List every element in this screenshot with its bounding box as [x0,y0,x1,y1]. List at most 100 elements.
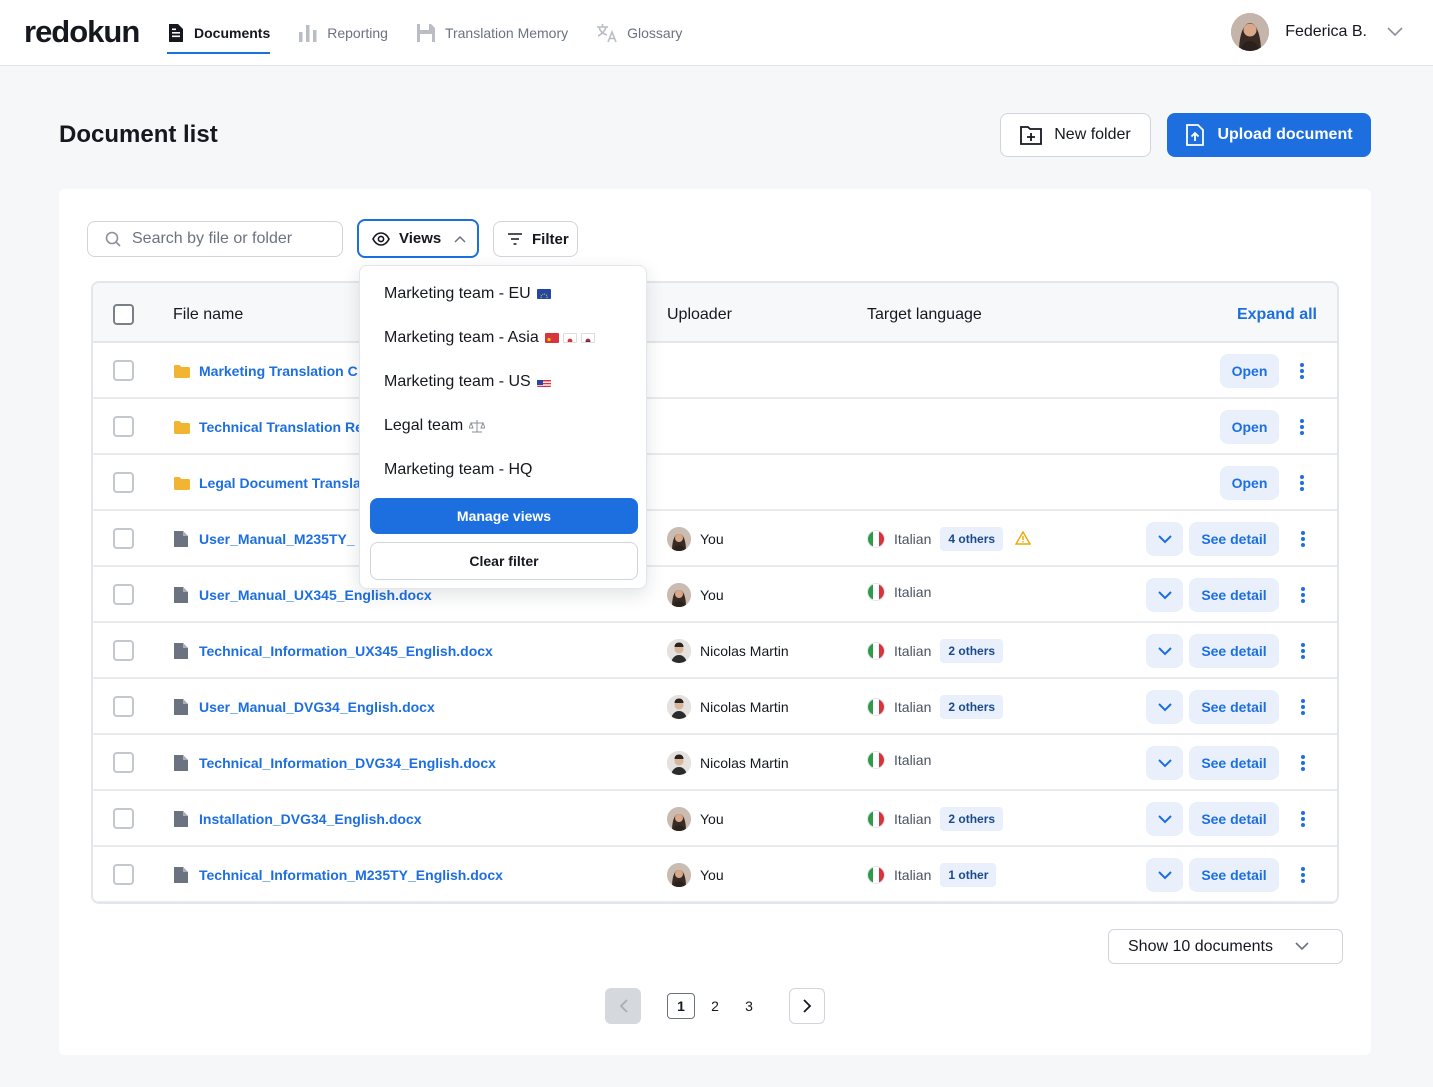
view-option[interactable]: Marketing team - HQ [384,461,532,479]
uploader-cell: You [667,583,724,607]
page-size-select[interactable]: Show 10 documents [1108,929,1343,964]
expand-all-link[interactable]: Expand all [1237,306,1317,324]
avatar [667,639,691,663]
see-detail-button[interactable]: See detail [1189,802,1279,836]
open-button[interactable]: Open [1220,354,1279,388]
row-checkbox[interactable] [113,584,134,605]
other-languages-badge[interactable]: 4 others [940,527,1004,551]
more-options-icon[interactable] [1292,473,1312,493]
views-button[interactable]: Views [357,219,479,258]
row-checkbox[interactable] [113,640,134,661]
other-languages-badge[interactable]: 2 others [940,807,1004,831]
see-detail-button[interactable]: See detail [1189,746,1279,780]
manage-views-button[interactable]: Manage views [370,498,638,534]
more-options-icon[interactable] [1293,697,1313,717]
more-options-icon[interactable] [1293,585,1313,605]
uploader-cell: You [667,527,724,551]
select-all-checkbox[interactable] [113,304,134,325]
open-button[interactable]: Open [1220,410,1279,444]
italy-flag-icon [867,642,885,660]
column-uploader[interactable]: Uploader [667,306,732,324]
user-menu[interactable]: Federica B. [1231,13,1403,51]
file-name-link[interactable]: User_Manual_DVG34_English.docx [199,699,435,715]
expand-row-button[interactable] [1146,858,1183,892]
other-languages-badge[interactable]: 1 other [940,863,997,887]
more-options-icon[interactable] [1293,641,1313,661]
more-options-icon[interactable] [1292,361,1312,381]
row-checkbox[interactable] [113,696,134,717]
avatar [667,863,691,887]
more-options-icon[interactable] [1293,529,1313,549]
view-option[interactable]: Marketing team - US [384,373,551,391]
more-options-icon[interactable] [1292,417,1312,437]
next-page-button[interactable] [789,988,825,1024]
other-languages-badge[interactable]: 2 others [940,695,1004,719]
see-detail-button[interactable]: See detail [1189,634,1279,668]
expand-row-button[interactable] [1146,746,1183,780]
open-button[interactable]: Open [1220,466,1279,500]
column-target-language[interactable]: Target language [867,306,982,324]
file-name-link[interactable]: Technical Translation Re [199,419,363,435]
see-detail-button[interactable]: See detail [1189,858,1279,892]
page-number-button[interactable]: 2 [701,993,729,1019]
target-language-cell: Italian 2 others [867,807,1004,831]
row-checkbox[interactable] [113,416,134,437]
row-checkbox[interactable] [113,864,134,885]
see-detail-button[interactable]: See detail [1189,522,1279,556]
file-icon [174,643,188,664]
file-name-link[interactable]: Technical_Information_M235TY_English.doc… [199,867,503,883]
chevron-down-icon[interactable] [1387,27,1403,37]
see-detail-button[interactable]: See detail [1189,578,1279,612]
expand-row-button[interactable] [1146,578,1183,612]
row-checkbox[interactable] [113,752,134,773]
nav-label: Glossary [627,25,683,41]
view-option[interactable]: Marketing team - Asia [384,329,595,347]
more-options-icon[interactable] [1293,753,1313,773]
file-upload-icon [1186,124,1205,146]
kr-flag-icon [580,333,595,343]
row-checkbox[interactable] [113,472,134,493]
expand-row-button[interactable] [1146,690,1183,724]
italy-flag-icon [867,810,885,828]
nav-documents[interactable]: Documents [167,0,271,66]
new-folder-button[interactable]: New folder [1000,113,1151,157]
table-row: Technical_Information_DVG34_English.docx… [93,735,1337,791]
nav-reporting[interactable]: Reporting [298,0,388,66]
language-name: Italian [894,531,932,547]
expand-row-button[interactable] [1146,802,1183,836]
file-name-link[interactable]: Legal Document Transla [199,475,361,491]
column-file-name[interactable]: File name [173,306,243,324]
search-input[interactable] [132,230,322,248]
view-option[interactable]: Legal team [384,417,486,435]
upload-document-button[interactable]: Upload document [1167,113,1371,157]
file-icon [174,587,188,608]
view-option[interactable]: Marketing team - EU [384,285,551,303]
expand-row-button[interactable] [1146,522,1183,556]
file-name-link[interactable]: User_Manual_UX345_English.docx [199,587,432,603]
nav-translation-memory[interactable]: Translation Memory [416,0,568,66]
logo[interactable]: redokun [24,14,140,50]
file-name-link[interactable]: Marketing Translation C [199,363,358,379]
page-number-button[interactable]: 1 [667,993,695,1019]
file-name-link[interactable]: Installation_DVG34_English.docx [199,811,422,827]
other-languages-badge[interactable]: 2 others [940,639,1004,663]
clear-filter-button[interactable]: Clear filter [370,542,638,580]
language-name: Italian [894,752,932,768]
search-box[interactable] [87,221,343,257]
language-name: Italian [894,584,932,600]
file-name-link[interactable]: Technical_Information_UX345_English.docx [199,643,493,659]
more-options-icon[interactable] [1293,809,1313,829]
row-checkbox[interactable] [113,528,134,549]
see-detail-button[interactable]: See detail [1189,690,1279,724]
row-checkbox[interactable] [113,360,134,381]
expand-row-button[interactable] [1146,634,1183,668]
more-options-icon[interactable] [1293,865,1313,885]
previous-page-button[interactable] [605,988,641,1024]
table-row: Technical_Information_UX345_English.docx… [93,623,1337,679]
page-number-button[interactable]: 3 [735,993,763,1019]
row-checkbox[interactable] [113,808,134,829]
nav-glossary[interactable]: Glossary [596,0,682,66]
file-name-link[interactable]: User_Manual_M235TY_ [199,531,355,547]
filter-button[interactable]: Filter [493,221,578,257]
file-name-link[interactable]: Technical_Information_DVG34_English.docx [199,755,496,771]
